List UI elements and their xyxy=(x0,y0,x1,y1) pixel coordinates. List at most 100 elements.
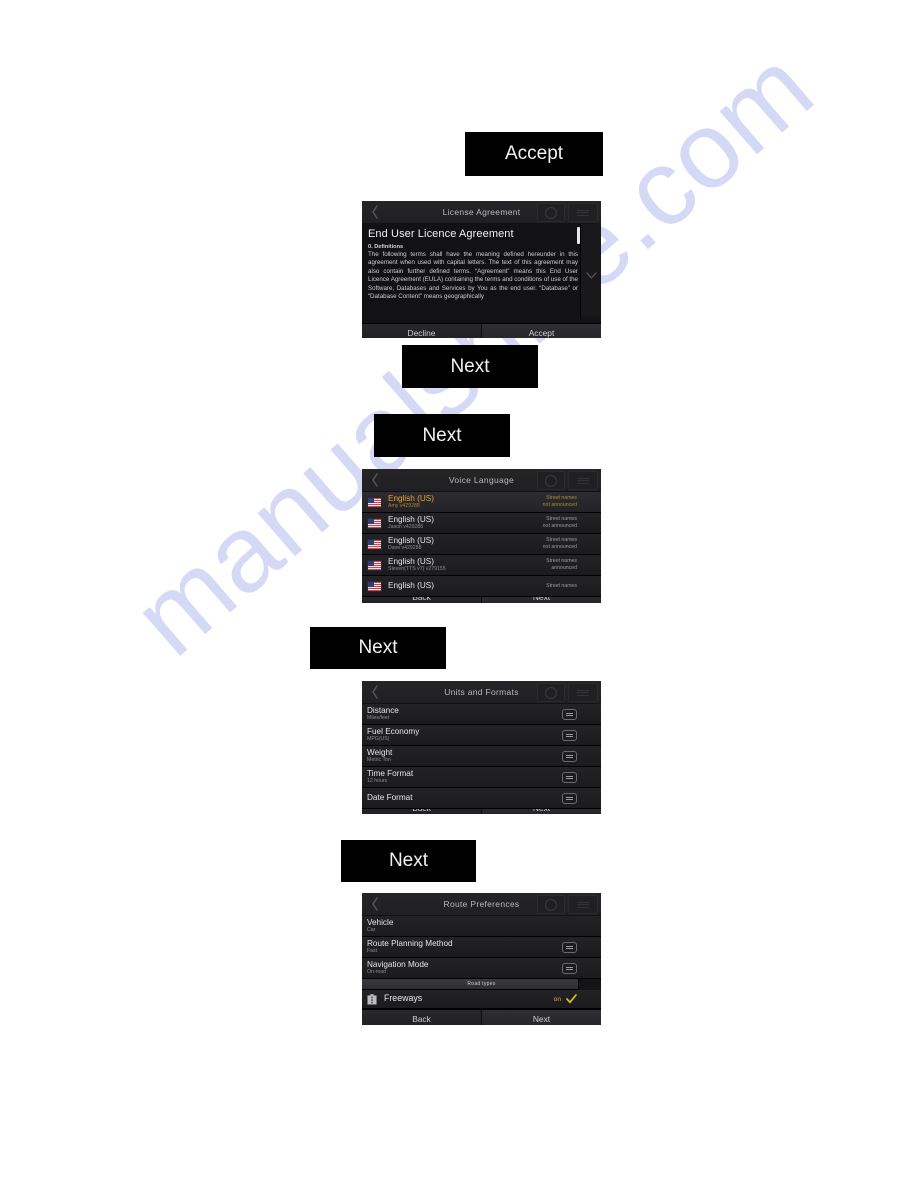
list-item-status: Street names announced xyxy=(546,558,577,571)
toggle-state-label: on xyxy=(553,995,561,1003)
list-item[interactable]: Date Format xyxy=(362,788,601,809)
list-item[interactable]: English (US) Steven(TTS v7) v279155 Stre… xyxy=(362,555,601,576)
dropdown-selector-icon[interactable] xyxy=(562,792,577,804)
list-item[interactable]: Navigation Mode On-road xyxy=(362,958,601,979)
device-header-route: Route Preferences xyxy=(362,893,601,916)
section-header-road-types: Road types xyxy=(362,979,601,990)
list-item-subtitle: 12 hours xyxy=(367,778,388,785)
chevron-left-icon[interactable] xyxy=(370,473,380,487)
license-scrollbar[interactable] xyxy=(580,224,601,323)
device-header-voice: Voice Language xyxy=(362,469,601,492)
callout-accept-button[interactable]: Accept xyxy=(465,132,603,176)
list-item-title: Navigation Mode xyxy=(367,959,429,969)
license-scroll-thumb[interactable] xyxy=(577,227,580,244)
menu-icon[interactable] xyxy=(568,895,598,914)
list-item[interactable]: Route Planning Method Fast xyxy=(362,937,601,958)
back-button[interactable]: Back xyxy=(362,1010,481,1025)
magnifier-icon[interactable] xyxy=(537,683,565,702)
us-flag-icon xyxy=(367,517,382,529)
license-section-label: 0. Definitions xyxy=(368,244,404,250)
dropdown-selector-icon[interactable] xyxy=(562,750,577,762)
list-item-title: Fuel Economy xyxy=(367,726,420,736)
magnifier-icon[interactable] xyxy=(537,203,565,222)
list-item-subtitle: Dave v429288 xyxy=(388,545,422,552)
road-icon xyxy=(367,993,377,1004)
list-item[interactable]: Fuel Economy MPG(US) xyxy=(362,725,601,746)
dropdown-selector-icon[interactable] xyxy=(562,729,577,741)
device-header-actions xyxy=(537,471,598,490)
list-item-title: Weight xyxy=(367,747,393,757)
list-item-title: Distance xyxy=(367,705,399,715)
menu-icon[interactable] xyxy=(568,203,598,222)
route-preferences-list[interactable]: Vehicle Car Route Planning Method Fast N… xyxy=(362,916,601,1009)
status-line-2: not announced xyxy=(542,502,577,508)
list-item-title: Date Format xyxy=(367,793,413,803)
device-header-actions xyxy=(537,683,598,702)
list-item[interactable]: English (US) Amy v429288 Street names no… xyxy=(362,492,601,513)
callout-next-button-4[interactable]: Next xyxy=(341,840,476,882)
toggle-row-freeways[interactable]: Freeways on xyxy=(362,990,601,1009)
callout-accept-label: Accept xyxy=(504,143,564,164)
license-text-area: End User Licence Agreement 0. Definition… xyxy=(362,224,601,323)
accept-button[interactable]: Accept xyxy=(481,324,601,338)
us-flag-icon xyxy=(367,538,382,550)
screenshot-license-agreement: License Agreement End User Licence Agree… xyxy=(362,201,601,338)
list-item[interactable]: Distance Miles/feet xyxy=(362,704,601,725)
chevron-left-icon[interactable] xyxy=(370,685,380,699)
chevron-left-icon[interactable] xyxy=(370,205,380,219)
us-flag-icon xyxy=(367,496,382,508)
list-item-title: English (US) xyxy=(388,535,434,545)
callout-next-button-1[interactable]: Next xyxy=(402,345,538,388)
next-button[interactable]: Next xyxy=(481,1010,601,1025)
device-header-units: Units and Formats xyxy=(362,681,601,704)
list-item-subtitle: Car xyxy=(367,927,376,934)
device-title-units: Units and Formats xyxy=(444,687,519,697)
list-item[interactable]: English (US) Street names xyxy=(362,576,601,597)
route-action-bar: Back Next xyxy=(362,1009,601,1025)
status-line-1: Street names xyxy=(546,537,577,544)
list-item-title: Time Format xyxy=(367,768,414,778)
list-item-title: English (US) xyxy=(388,493,434,503)
dropdown-selector-icon[interactable] xyxy=(562,962,577,974)
menu-icon[interactable] xyxy=(568,471,598,490)
dropdown-selector-icon[interactable] xyxy=(562,708,577,720)
list-item-subtitle: MPG(US) xyxy=(367,736,390,743)
callout-next-button-2[interactable]: Next xyxy=(374,414,510,457)
status-line-2: announced xyxy=(551,565,577,571)
list-item-subtitle: Jason v429288 xyxy=(388,524,424,531)
us-flag-icon xyxy=(367,559,382,571)
list-item-status: Street names not announced xyxy=(543,516,577,529)
list-item-title: English (US) xyxy=(388,514,434,524)
toggle-row-title: Freeways xyxy=(384,993,423,1004)
check-icon[interactable] xyxy=(566,994,577,1004)
chevron-down-icon[interactable] xyxy=(586,272,597,280)
list-item[interactable]: Time Format 12 hours xyxy=(362,767,601,788)
license-text-fade xyxy=(362,313,601,323)
license-action-bar: Decline Accept xyxy=(362,323,601,338)
list-item-status: Street names xyxy=(546,583,577,590)
license-heading: End User Licence Agreement xyxy=(368,228,514,240)
list-item-status: Street names not announced xyxy=(543,537,577,550)
dropdown-selector-icon[interactable] xyxy=(562,771,577,783)
dropdown-selector-icon[interactable] xyxy=(562,941,577,953)
device-header-actions xyxy=(537,895,598,914)
voice-language-list[interactable]: English (US) Amy v429288 Street names no… xyxy=(362,492,601,597)
list-item-subtitle: Steven(TTS v7) v279155 xyxy=(388,566,446,573)
units-list[interactable]: Distance Miles/feet Fuel Economy MPG(US)… xyxy=(362,704,601,809)
list-item-title: English (US) xyxy=(388,556,434,566)
chevron-left-icon[interactable] xyxy=(370,897,380,911)
list-item[interactable]: English (US) Jason v429288 Street names … xyxy=(362,513,601,534)
list-item[interactable]: Weight Metric Ton xyxy=(362,746,601,767)
screenshot-voice-language: Voice Language English (US) Amy v429288 … xyxy=(362,469,601,603)
list-item-status: Street names not announced xyxy=(543,495,577,508)
list-item[interactable]: English (US) Dave v429288 Street names n… xyxy=(362,534,601,555)
list-item[interactable]: Vehicle Car xyxy=(362,916,601,937)
callout-next-label-1: Next xyxy=(450,355,490,377)
decline-button[interactable]: Decline xyxy=(362,324,481,338)
callout-next-button-3[interactable]: Next xyxy=(310,627,446,669)
menu-icon[interactable] xyxy=(568,683,598,702)
magnifier-icon[interactable] xyxy=(537,471,565,490)
magnifier-icon[interactable] xyxy=(537,895,565,914)
callout-next-label-2: Next xyxy=(422,424,462,446)
list-item-subtitle: Miles/feet xyxy=(367,715,390,722)
